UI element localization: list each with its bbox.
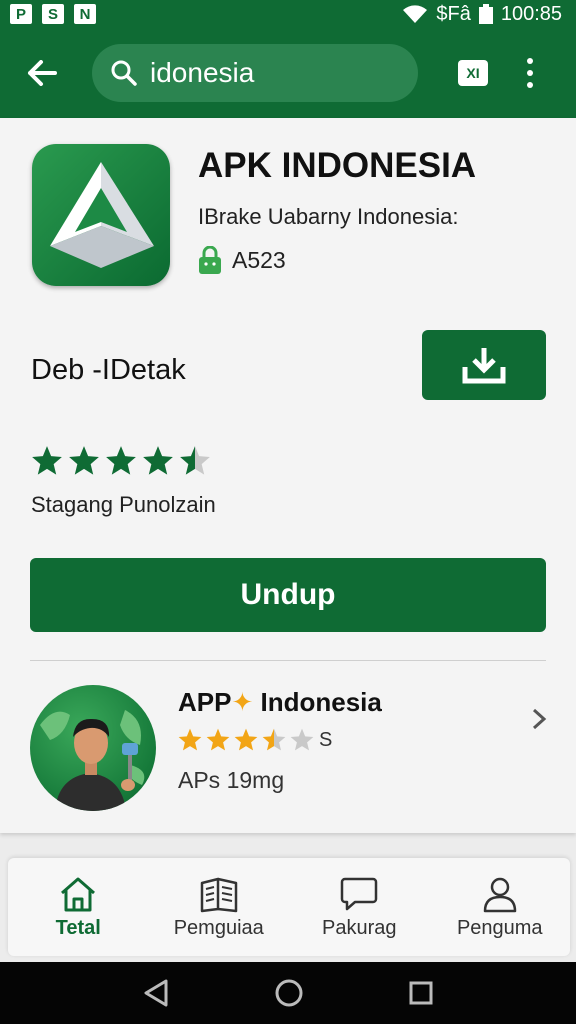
star-icon xyxy=(206,728,230,751)
undup-button[interactable]: Undup xyxy=(30,558,546,632)
app-toolbar: XI xyxy=(0,28,576,118)
battery-icon xyxy=(478,4,493,24)
star-icon xyxy=(180,446,210,475)
search-input[interactable] xyxy=(148,56,392,90)
translate-icon[interactable]: XI xyxy=(458,60,488,86)
chevron-right-icon xyxy=(532,708,547,730)
wifi-icon xyxy=(403,5,428,23)
app-code-row: A523 xyxy=(198,246,286,274)
nav-item-pakurag[interactable]: Pakurag xyxy=(289,858,430,956)
system-indicators: $Fâ 100:85 xyxy=(402,3,562,26)
notification-icon: S xyxy=(42,4,64,24)
app-title: APK INDONESIA xyxy=(198,146,477,185)
clock: 100:85 xyxy=(500,2,562,25)
star-icon xyxy=(262,728,286,751)
download-icon xyxy=(462,348,506,384)
related-app-item[interactable]: APP✦ Indonesia S APs 19mg xyxy=(0,661,576,833)
notification-icon: P xyxy=(10,4,32,24)
status-bar: P S N $Fâ 100:85 xyxy=(0,0,576,28)
nav-item-tetal[interactable]: Tetal xyxy=(8,858,149,956)
star-icon xyxy=(234,728,258,751)
app-code: A523 xyxy=(232,246,286,273)
download-button[interactable] xyxy=(422,330,546,400)
rating-stars xyxy=(30,444,212,478)
star-icon xyxy=(290,728,314,751)
app-detail-card: APK INDONESIA IBrake Uabarny Indonesia: … xyxy=(0,118,576,833)
search-icon xyxy=(110,59,138,87)
notification-icons: P S N xyxy=(10,4,96,24)
app-subtitle: IBrake Uabarny Indonesia: xyxy=(198,204,459,229)
signal-text: $Fâ xyxy=(436,2,471,25)
recents-square-icon[interactable] xyxy=(408,980,434,1006)
bottom-navigation: Tetal Pemguiaa Pakurag Penguma xyxy=(8,858,570,956)
nav-item-penguma[interactable]: Penguma xyxy=(430,858,571,956)
back-triangle-icon[interactable] xyxy=(142,978,170,1008)
star-icon xyxy=(32,446,62,475)
avatar xyxy=(30,685,156,811)
notification-icon: N xyxy=(74,4,96,24)
back-button[interactable] xyxy=(16,47,68,99)
star-icon xyxy=(143,446,173,475)
system-nav-bar xyxy=(0,962,576,1024)
nav-label: Pemguiaa xyxy=(173,916,264,939)
nav-label: Tetal xyxy=(55,916,101,939)
star-icon xyxy=(178,728,202,751)
related-app-title: APP✦ Indonesia xyxy=(178,687,382,717)
lock-icon xyxy=(198,246,222,274)
back-arrow-icon xyxy=(28,60,57,86)
app-logo-icon xyxy=(32,144,170,286)
more-options-icon[interactable] xyxy=(524,58,536,88)
rating-text: Stagang Punolzain xyxy=(31,492,216,517)
detail-label: Deb -IDetak xyxy=(31,354,186,386)
star-icon xyxy=(106,446,136,475)
home-icon xyxy=(61,877,96,911)
nav-label: Pakurag xyxy=(322,916,397,939)
home-circle-icon[interactable] xyxy=(274,978,304,1008)
person-icon xyxy=(483,877,516,912)
nav-item-pemguiaa[interactable]: Pemguiaa xyxy=(149,858,290,956)
nav-label: Penguma xyxy=(456,916,543,939)
book-icon xyxy=(200,877,237,912)
related-rating: S xyxy=(177,727,332,753)
chat-icon xyxy=(341,877,378,910)
related-app-size: APs 19mg xyxy=(178,767,285,793)
search-bar[interactable] xyxy=(92,44,418,102)
star-icon xyxy=(69,446,99,475)
